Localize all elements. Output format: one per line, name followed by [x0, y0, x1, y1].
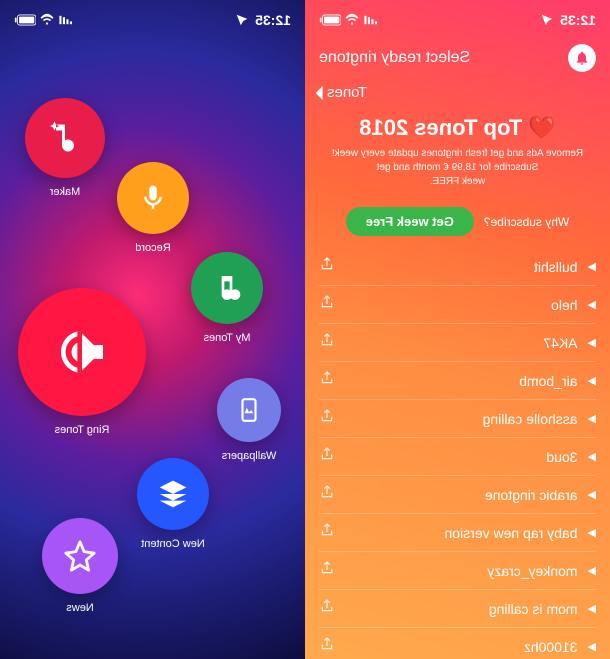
bubble-label: Wallpapers: [189, 450, 305, 462]
phone-wallpaper-icon: [236, 397, 262, 423]
play-icon: ▶: [588, 412, 596, 425]
chevron-right-icon: [315, 86, 325, 100]
play-icon: ▶: [588, 374, 596, 387]
tone-name: mom is calling: [489, 601, 578, 617]
subscribe-prompt: Why subscribe?: [484, 215, 569, 229]
music-sparkle-icon: [47, 120, 83, 156]
play-icon: ▶: [588, 488, 596, 501]
ringtone-list-screen: 12:35 Select ready ringtone Tones ❤️ Top…: [305, 0, 610, 659]
wifi-icon: [40, 13, 54, 27]
tone-row[interactable]: ▶ assholle calling: [319, 400, 596, 438]
share-button[interactable]: [319, 446, 335, 467]
play-icon: ▶: [588, 298, 596, 311]
tone-row[interactable]: ▶ AK47: [319, 324, 596, 362]
tone-name: monkey_crazy: [487, 563, 577, 579]
share-button[interactable]: [319, 522, 335, 543]
bubble-label: Record: [93, 242, 213, 254]
bell-icon: [574, 50, 590, 66]
speaker-rings-icon: [54, 324, 110, 380]
share-button[interactable]: [319, 636, 335, 657]
hero-title: ❤️ Top Tones 2018: [323, 115, 592, 141]
signal-icon: [58, 13, 72, 27]
play-icon: ▶: [588, 564, 596, 577]
status-time: 12:35: [255, 12, 291, 28]
play-icon: ▶: [588, 602, 596, 615]
share-button[interactable]: [319, 256, 335, 277]
bubble-label: My Tones: [167, 332, 287, 344]
signal-icon: [363, 13, 377, 27]
share-button[interactable]: [319, 370, 335, 391]
share-button[interactable]: [319, 294, 335, 315]
location-icon: [235, 13, 249, 27]
share-button[interactable]: [319, 484, 335, 505]
play-icon: ▶: [588, 450, 596, 463]
back-link[interactable]: Tones: [305, 82, 610, 109]
tone-name: assholle calling: [483, 411, 578, 427]
nav-bar: Select ready ringtone: [305, 40, 610, 82]
back-label: Tones: [327, 84, 367, 101]
home-bubbles-screen: 12:35 Maker Record My Tones Ring Tones W: [0, 0, 305, 659]
tone-name: 31000hz: [524, 639, 578, 655]
get-week-free-button[interactable]: Get week Free: [346, 207, 474, 236]
location-icon: [540, 13, 554, 27]
share-button[interactable]: [319, 560, 335, 581]
tone-name: helo: [551, 297, 577, 313]
status-bar: 12:35: [305, 0, 610, 40]
tone-row[interactable]: ▶ helo: [319, 286, 596, 324]
tone-name: arabic ringtone: [485, 487, 578, 503]
bubble-label: News: [20, 602, 140, 614]
tone-name: 3oud: [546, 449, 577, 465]
wallpapers-bubble[interactable]: Wallpapers: [217, 378, 281, 442]
bubbles-container: Maker Record My Tones Ring Tones Wallpap…: [0, 40, 305, 619]
news-bubble[interactable]: News: [42, 518, 118, 594]
tone-row[interactable]: ▶ bullshit: [319, 248, 596, 286]
maker-bubble[interactable]: Maker: [25, 98, 105, 178]
tone-row[interactable]: ▶ air_bomb: [319, 362, 596, 400]
notifications-button[interactable]: [568, 44, 596, 72]
newcontent-bubble[interactable]: New Content: [137, 458, 209, 530]
tone-row[interactable]: ▶ mom is calling: [319, 590, 596, 628]
tones-list: ▶ bullshit ▶ helo ▶ AK47 ▶ air_bomb ▶ assholl…: [305, 248, 610, 659]
battery-icon: [319, 14, 341, 26]
tone-row[interactable]: ▶ arabic ringtone: [319, 476, 596, 514]
tone-row[interactable]: ▶ 31000hz: [319, 628, 596, 659]
share-button[interactable]: [319, 598, 335, 619]
nav-title: Select ready ringtone: [319, 49, 470, 67]
play-icon: ▶: [588, 260, 596, 273]
bubble-label: New Content: [113, 538, 233, 550]
play-icon: ▶: [588, 640, 596, 653]
heart-icon: ❤️: [528, 115, 555, 140]
tone-name: AK47: [543, 335, 577, 351]
mytones-bubble[interactable]: My Tones: [191, 252, 263, 324]
bubble-label: Ring Tones: [22, 424, 142, 436]
bubble-label: Maker: [5, 186, 125, 198]
layers-icon: [157, 478, 189, 510]
status-time: 12:35: [560, 12, 596, 28]
wifi-icon: [345, 13, 359, 27]
play-icon: ▶: [588, 336, 596, 349]
hero-section: ❤️ Top Tones 2018 Remove Ads and get fre…: [305, 109, 610, 199]
share-button[interactable]: [319, 408, 335, 429]
status-bar: 12:35: [0, 0, 305, 40]
subscribe-row: Why subscribe? Get week Free: [305, 199, 610, 248]
tone-row[interactable]: ▶ monkey_crazy: [319, 552, 596, 590]
music-notes-icon: [211, 272, 243, 304]
ringtones-bubble[interactable]: Ring Tones: [18, 288, 146, 416]
tone-row[interactable]: ▶ 3oud: [319, 438, 596, 476]
star-icon: [63, 539, 97, 573]
tone-name: air_bomb: [519, 373, 577, 389]
hero-subtitle: Remove Ads and get fresh ringtones updat…: [323, 147, 592, 189]
battery-icon: [14, 14, 36, 26]
microphone-icon: [138, 183, 168, 213]
tone-name: baby rap new version: [444, 525, 577, 541]
tone-name: bullshit: [534, 259, 578, 275]
tone-row[interactable]: ▶ baby rap new version: [319, 514, 596, 552]
share-button[interactable]: [319, 332, 335, 353]
record-bubble[interactable]: Record: [117, 162, 189, 234]
play-icon: ▶: [588, 526, 596, 539]
